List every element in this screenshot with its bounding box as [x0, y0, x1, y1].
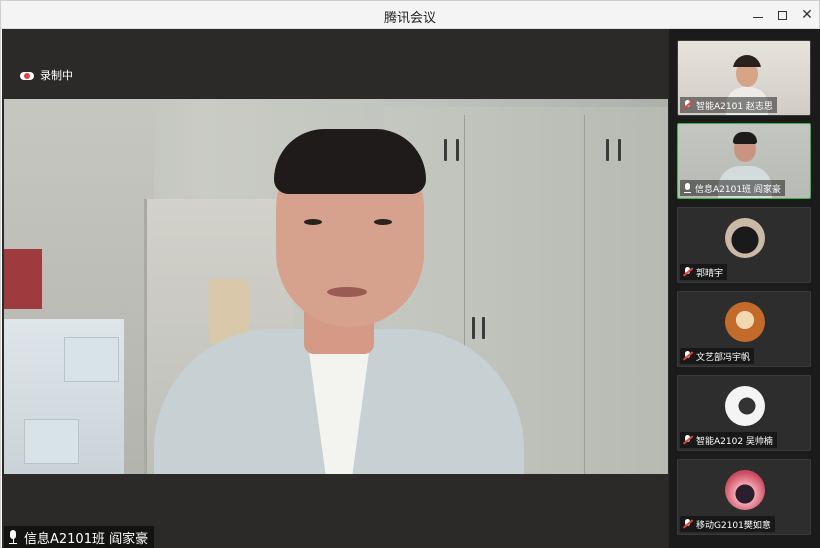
participant-label: 文艺部冯宇帆	[680, 348, 755, 364]
participant-list[interactable]: 智能A2101 赵志思 信息A2101班 阎家豪 郭晴宇 文艺部冯宇帆 智能A2…	[669, 29, 820, 548]
participant-tile[interactable]: 郭晴宇	[677, 207, 811, 283]
microphone-icon	[6, 529, 20, 545]
participant-label: 智能A2102 吴帅楠	[680, 432, 777, 448]
maximize-button[interactable]	[771, 5, 793, 25]
participant-tile[interactable]: 智能A2102 吴帅楠	[677, 375, 811, 451]
participant-tile[interactable]: 智能A2101 赵志思	[677, 40, 811, 116]
window-title: 腾讯会议	[383, 11, 436, 26]
mic-muted-icon	[682, 99, 694, 111]
speaker-name-tag: 信息A2101班 阎家豪	[4, 526, 155, 548]
minimize-button[interactable]	[747, 5, 769, 25]
recording-cloud-icon	[20, 70, 34, 80]
participant-label: 信息A2101班 阎家豪	[680, 180, 785, 196]
minimize-icon	[753, 16, 763, 18]
participant-name: 郭晴宇	[696, 268, 724, 279]
participant-label: 智能A2101 赵志思	[680, 97, 777, 113]
title-bar: 腾讯会议 ✕	[1, 1, 819, 29]
participant-avatar	[725, 386, 765, 426]
main-video-stage[interactable]: 录制中 信息A2101班 阎家豪	[2, 29, 669, 548]
speaker-hair	[274, 129, 426, 194]
mic-muted-icon	[682, 434, 694, 446]
participant-name: 文艺部冯宇帆	[696, 352, 751, 363]
participant-avatar	[725, 470, 765, 510]
participant-tile[interactable]: 文艺部冯宇帆	[677, 291, 811, 367]
recording-label: 录制中	[40, 69, 73, 82]
participant-tile-active[interactable]: 信息A2101班 阎家豪	[677, 123, 811, 199]
speaker-video	[4, 99, 668, 474]
participant-name: 智能A2102 吴帅楠	[696, 436, 773, 447]
microphone-icon	[682, 182, 692, 194]
speaker-name: 信息A2101班 阎家豪	[24, 531, 149, 547]
background-red-box	[4, 249, 42, 309]
participant-name: 信息A2101班 阎家豪	[695, 184, 781, 195]
speaker-eye	[374, 219, 392, 225]
close-button[interactable]: ✕	[796, 5, 818, 25]
participant-name: 智能A2101 赵志思	[696, 101, 773, 112]
participant-label: 郭晴宇	[680, 264, 728, 280]
participant-label: 移动G2101樊如意	[680, 516, 775, 532]
recording-indicator[interactable]: 录制中	[20, 67, 73, 83]
maximize-icon	[777, 10, 787, 20]
participant-tile[interactable]: 移动G2101樊如意	[677, 459, 811, 535]
participant-avatar	[725, 218, 765, 258]
meeting-window: 腾讯会议 ✕ 录制中 信息A2101班 阎家豪 智能A2101 赵志思 信息A2…	[0, 0, 820, 548]
participant-name: 移动G2101樊如意	[696, 520, 771, 531]
close-icon: ✕	[801, 7, 813, 23]
background-shelf	[4, 319, 124, 474]
speaker-mouth	[327, 287, 367, 297]
mic-muted-icon	[682, 518, 694, 530]
speaker-eye	[304, 219, 322, 225]
mic-muted-icon	[682, 350, 694, 362]
participant-avatar	[725, 302, 765, 342]
mic-muted-icon	[682, 266, 694, 278]
